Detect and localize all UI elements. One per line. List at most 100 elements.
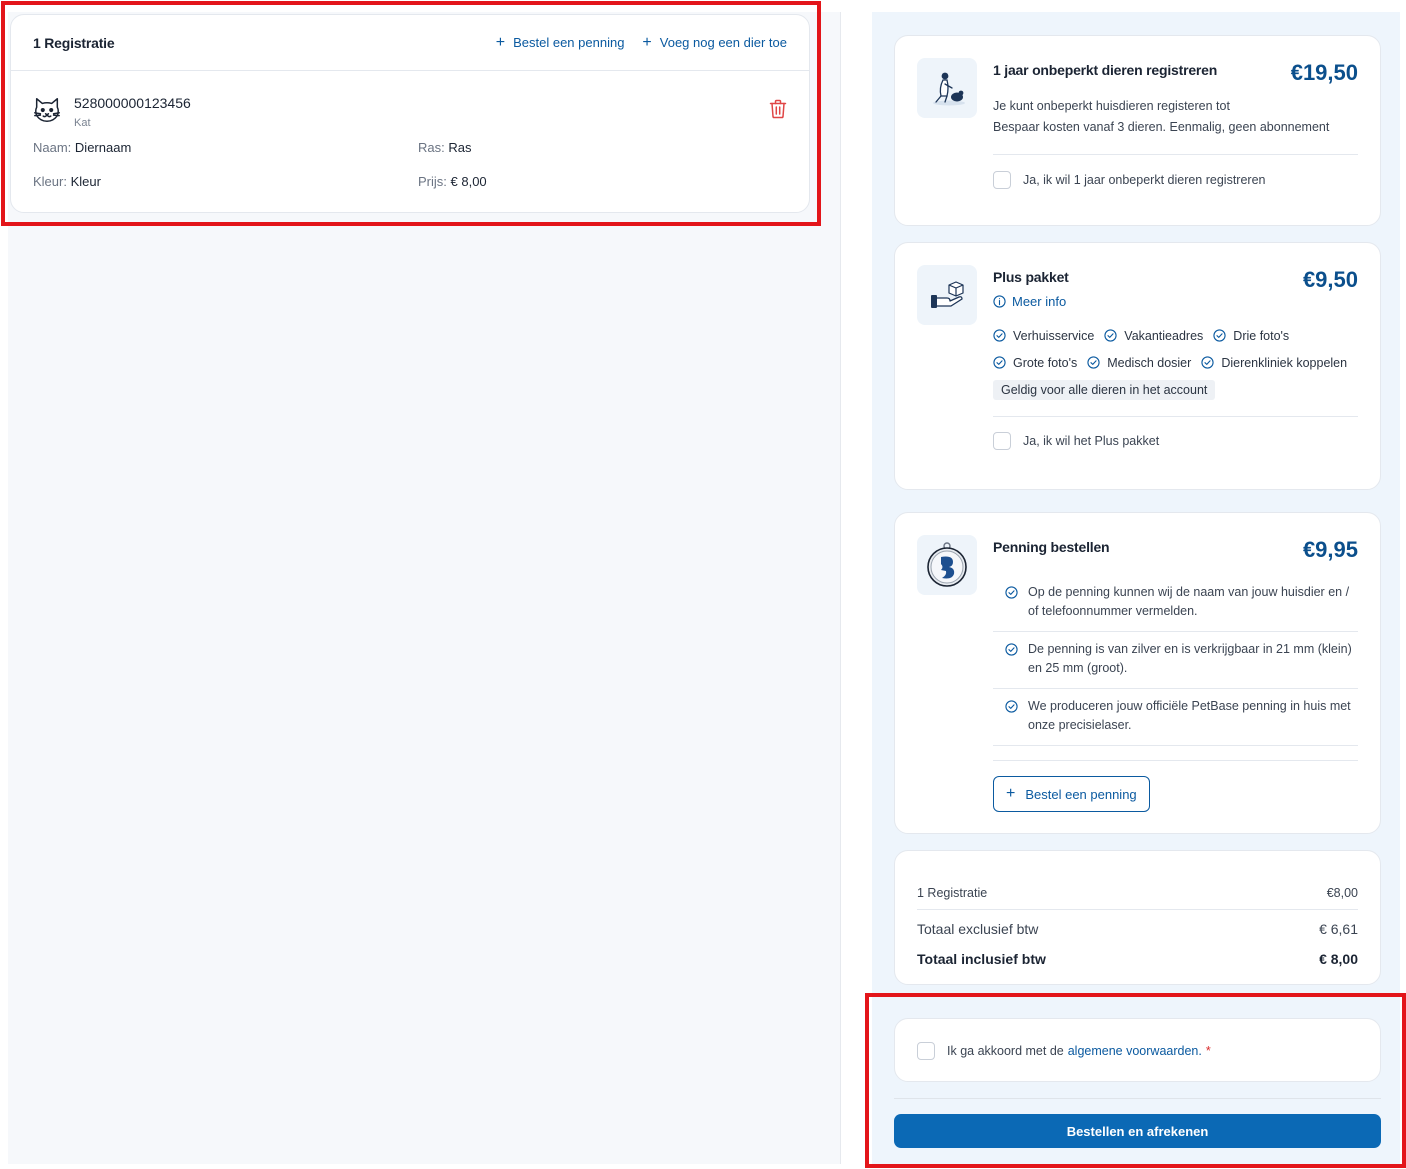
summary-total-incl: Totaal inclusief btw € 8,00	[917, 951, 1358, 967]
registration-header: 1 Registratie + Bestel een penning + Voe…	[11, 15, 809, 71]
pet-breed-value: Ras	[448, 140, 472, 155]
check-circle-icon	[1005, 700, 1018, 713]
unlimited-price: €19,50	[1290, 60, 1358, 85]
order-tag-link[interactable]: + Bestel een penning	[495, 33, 625, 51]
plus-icon: +	[1006, 785, 1016, 802]
plus-feature-list: Verhuisservice Vakantieadres Drie foto's…	[993, 322, 1360, 376]
checkout-button[interactable]: Bestellen en afrekenen	[894, 1114, 1381, 1148]
tag-info-list: Op de penning kunnen wij de naam van jou…	[993, 575, 1358, 746]
plus-checkbox[interactable]	[993, 432, 1011, 450]
tag-order-card: Penning bestellen €9,95 Op de penning ku…	[894, 512, 1381, 834]
tag-info-item: We produceren jouw officiële PetBase pen…	[993, 689, 1358, 746]
pet-price-value: € 8,00	[450, 174, 487, 189]
pet-color-label: Kleur:	[33, 174, 67, 189]
unlimited-desc-line1: Je kunt onbeperkt huisdieren registeren …	[993, 99, 1230, 113]
terms-checkbox-row[interactable]: Ik ga akkoord met de algemene voorwaarde…	[917, 1042, 1211, 1060]
pet-name: Naam: Diernaam	[33, 140, 131, 155]
tag-info-text: Op de penning kunnen wij de naam van jou…	[1028, 585, 1350, 618]
check-circle-icon	[1005, 586, 1018, 599]
feature-item: Dierenkliniek koppelen	[1201, 349, 1347, 376]
order-summary: 1 Registratie €8,00 Totaal exclusief btw…	[894, 850, 1381, 985]
add-animal-label: Voeg nog een dier toe	[659, 35, 787, 50]
summary-incl-value: € 8,00	[1319, 951, 1358, 967]
check-circle-icon	[1087, 356, 1100, 369]
required-mark: *	[1205, 1044, 1211, 1058]
summary-line: 1 Registratie €8,00	[917, 886, 1358, 900]
add-animal-link[interactable]: + Voeg nog een dier toe	[642, 33, 787, 51]
pet-color: Kleur: Kleur	[33, 174, 101, 189]
feature-item: Verhuisservice	[993, 322, 1094, 349]
pet-name-label: Naam:	[33, 140, 72, 155]
registration-title: 1 Registratie	[33, 34, 115, 51]
divider	[917, 909, 1358, 910]
summary-excl-value: € 6,61	[1319, 921, 1358, 937]
plus-title: Plus pakket	[993, 269, 1069, 285]
summary-line-value: €8,00	[1326, 886, 1358, 900]
unlimited-checkbox[interactable]	[993, 171, 1011, 189]
terms-link[interactable]: algemene voorwaarden.	[1068, 1044, 1202, 1058]
check-circle-icon	[1005, 643, 1018, 656]
order-tag-button[interactable]: + Bestel een penning	[993, 776, 1150, 812]
registration-card: 1 Registratie + Bestel een penning + Voe…	[10, 14, 810, 213]
feature-label: Medisch dosier	[1107, 355, 1192, 370]
pet-tag-icon	[927, 542, 967, 587]
feature-item: Vakantieadres	[1104, 322, 1203, 349]
info-icon	[993, 295, 1006, 308]
tag-info-text: We produceren jouw officiële PetBase pen…	[1028, 699, 1351, 732]
feature-item: Medisch dosier	[1087, 349, 1191, 376]
feature-label: Grote foto's	[1013, 355, 1078, 370]
plus-validity-badge: Geldig voor alle dieren in het account	[993, 380, 1216, 400]
pet-price: Prijs: € 8,00	[418, 174, 487, 189]
feature-item: Grote foto's	[993, 349, 1077, 376]
unlimited-registration-card: 1 jaar onbeperkt dieren registreren €19,…	[894, 35, 1381, 226]
feature-label: Verhuisservice	[1013, 328, 1095, 343]
tag-info-item: De penning is van zilver en is verkrijgb…	[993, 632, 1358, 689]
plus-checkbox-row[interactable]: Ja, ik wil het Plus pakket	[993, 432, 1159, 450]
plus-package-card: Plus pakket €9,50 Meer info Verhuisservi…	[894, 242, 1381, 490]
tag-info-text: De penning is van zilver en is verkrijgb…	[1028, 642, 1352, 675]
plus-icon: +	[495, 33, 506, 51]
terms-card: Ik ga akkoord met de algemene voorwaarde…	[894, 1018, 1381, 1082]
trash-icon[interactable]	[769, 99, 787, 119]
check-circle-icon	[993, 356, 1006, 369]
feature-label: Dierenkliniek koppelen	[1221, 355, 1348, 370]
feature-label: Vakantieadres	[1124, 328, 1204, 343]
unlimited-title: 1 jaar onbeperkt dieren registreren	[993, 62, 1218, 78]
tag-price: €9,95	[1302, 537, 1358, 562]
unlimited-checkbox-row[interactable]: Ja, ik wil 1 jaar onbeperkt dieren regis…	[993, 171, 1265, 189]
plus-checkbox-label: Ja, ik wil het Plus pakket	[1023, 434, 1160, 448]
order-tag-label: Bestel een penning	[513, 35, 625, 50]
check-circle-icon	[993, 329, 1006, 342]
column-divider	[840, 12, 841, 1164]
pet-breed-label: Ras:	[418, 140, 445, 155]
plus-thumbnail	[917, 265, 977, 325]
check-circle-icon	[1201, 356, 1214, 369]
unlimited-checkbox-label: Ja, ik wil 1 jaar onbeperkt dieren regis…	[1023, 173, 1266, 187]
terms-checkbox[interactable]	[917, 1042, 935, 1060]
person-with-pet-icon	[933, 72, 965, 106]
feature-label: Drie foto's	[1233, 328, 1290, 343]
summary-incl-label: Totaal inclusief btw	[917, 951, 1046, 967]
feature-item: Drie foto's	[1213, 322, 1289, 349]
summary-excl-label: Totaal exclusief btw	[917, 921, 1039, 937]
hand-with-box-icon	[931, 281, 964, 308]
pet-species: Kat	[74, 117, 91, 129]
pet-color-value: Kleur	[70, 174, 101, 189]
tag-info-item: Op de penning kunnen wij de naam van jou…	[993, 575, 1358, 632]
plus-price: €9,50	[1302, 267, 1358, 292]
plus-icon: +	[642, 33, 652, 51]
unlimited-desc-line2: Bespaar kosten vanaf 3 dieren. Eenmalig,…	[993, 120, 1330, 134]
plus-more-info-label: Meer info	[1012, 294, 1067, 309]
plus-more-info-link[interactable]: Meer info	[993, 294, 1066, 309]
divider	[993, 154, 1358, 155]
check-circle-icon	[1104, 329, 1117, 342]
summary-total-excl: Totaal exclusief btw € 6,61	[917, 921, 1358, 937]
pet-breed: Ras: Ras	[418, 140, 471, 155]
unlimited-thumbnail	[917, 58, 977, 118]
tag-title: Penning bestellen	[993, 539, 1110, 555]
terms-text: Ik ga akkoord met de	[947, 1044, 1064, 1058]
divider	[993, 760, 1358, 761]
pet-chip-number: 528000000123456	[74, 95, 191, 111]
pet-price-label: Prijs:	[418, 174, 447, 189]
summary-line-label: 1 Registratie	[917, 886, 988, 900]
